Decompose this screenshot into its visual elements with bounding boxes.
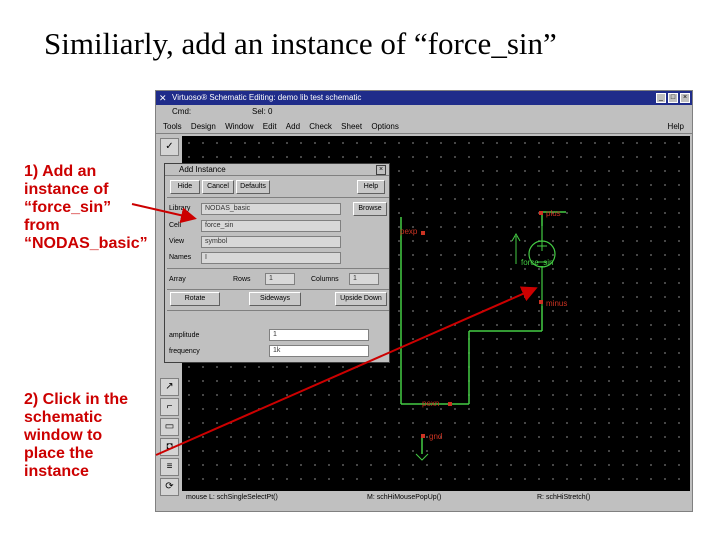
arrow-to-library-field (131, 203, 197, 224)
annotation-arrows (131, 203, 538, 456)
arrow-to-schematic (155, 286, 538, 456)
